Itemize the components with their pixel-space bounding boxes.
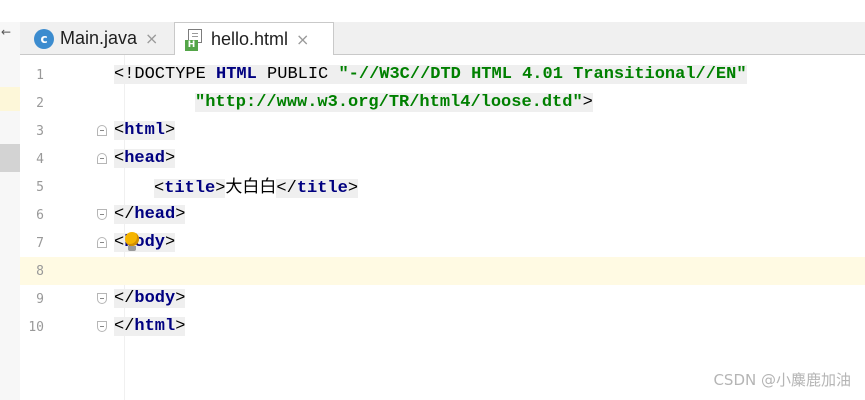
line-number: 8: [36, 264, 44, 279]
line-number: 3: [36, 124, 44, 139]
back-arrow-icon[interactable]: ←: [1, 25, 11, 39]
code-line[interactable]: 2 "http://www.w3.org/TR/html4/loose.dtd"…: [20, 89, 865, 117]
html-file-icon: H: [185, 28, 205, 51]
code-line[interactable]: 7 <body>: [20, 229, 865, 257]
line-number: 9: [36, 292, 44, 307]
code-text: <html>: [114, 121, 176, 140]
panel-selection: [0, 144, 20, 172]
line-number: 1: [36, 68, 44, 83]
watermark: CSDN @小麋鹿加油: [713, 371, 851, 389]
title-strip: [0, 0, 865, 22]
line-number: 6: [36, 208, 44, 223]
tab-label: Main.java: [60, 28, 138, 48]
lightbulb-icon[interactable]: [123, 232, 141, 254]
tab-main-java[interactable]: c Main.java ×: [24, 22, 172, 55]
editor-tab-bar: c Main.java × H hello.html ×: [20, 22, 865, 56]
code-text: </html>: [114, 317, 186, 336]
code-line[interactable]: 4 <head>: [20, 145, 865, 173]
code-line[interactable]: 1 <!DOCTYPE HTML PUBLIC "-//W3C//DTD HTM…: [20, 61, 865, 89]
code-text: </body>: [114, 289, 186, 308]
fold-marker[interactable]: [97, 293, 107, 304]
code-text: <title>大白白</title>: [154, 177, 359, 198]
line-number: 2: [36, 96, 44, 111]
code-editor[interactable]: 1 <!DOCTYPE HTML PUBLIC "-//W3C//DTD HTM…: [20, 55, 865, 400]
line-number: 4: [36, 152, 44, 167]
fold-marker[interactable]: [97, 237, 107, 248]
fold-marker[interactable]: [97, 153, 107, 164]
code-line[interactable]: 3 <html>: [20, 117, 865, 145]
close-icon[interactable]: ×: [296, 30, 309, 49]
code-line[interactable]: 6 </head>: [20, 201, 865, 229]
code-line[interactable]: 10 </html>: [20, 313, 865, 341]
fold-marker[interactable]: [97, 321, 107, 332]
code-line[interactable]: 9 </body>: [20, 285, 865, 313]
current-code-line[interactable]: 8: [20, 257, 865, 285]
code-text: "http://www.w3.org/TR/html4/loose.dtd">: [195, 93, 593, 112]
code-text: <head>: [114, 149, 176, 168]
java-class-icon: c: [34, 28, 54, 49]
left-tool-panel: ←: [0, 22, 21, 400]
tab-hello-html[interactable]: H hello.html ×: [174, 22, 334, 56]
line-number: 7: [36, 236, 44, 251]
close-icon[interactable]: ×: [145, 29, 158, 48]
code-text: <!DOCTYPE HTML PUBLIC "-//W3C//DTD HTML …: [114, 65, 747, 84]
tab-label: hello.html: [211, 29, 289, 49]
code-text: </head>: [114, 205, 186, 224]
code-line[interactable]: 5 <title>大白白</title>: [20, 173, 865, 201]
line-number: 5: [36, 180, 44, 195]
line-number: 10: [28, 320, 44, 335]
panel-highlight: [0, 87, 20, 111]
fold-marker[interactable]: [97, 209, 107, 220]
fold-marker[interactable]: [97, 125, 107, 136]
